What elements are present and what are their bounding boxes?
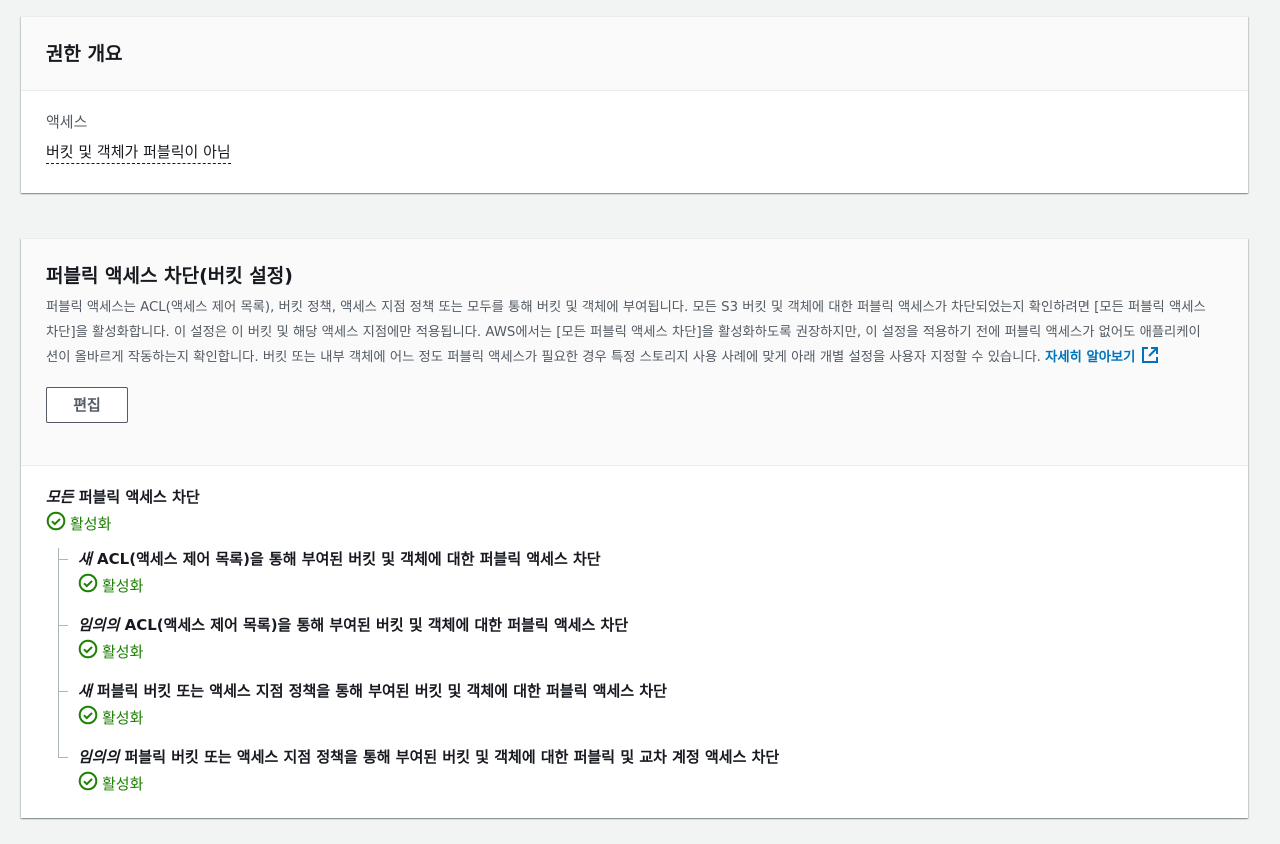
- setting-title-block-all: 모든 퍼블릭 액세스 차단: [46, 488, 200, 506]
- status-enabled: 활성화: [78, 771, 1223, 797]
- permissions-overview-panel: 권한 개요 액세스 버킷 및 객체가 퍼블릭이 아님: [21, 16, 1248, 193]
- access-label: 액세스: [46, 113, 88, 131]
- sub-setting-item: 임의의 퍼블릭 버킷 또는 액세스 지점 정책을 통해 부여된 버킷 및 객체에…: [58, 746, 1223, 797]
- setting-title: 새 ACL(액세스 제어 목록)을 통해 부여된 버킷 및 객체에 대한 퍼블릭…: [78, 550, 601, 568]
- check-circle-icon: [78, 573, 102, 599]
- panel-title: 퍼블릭 액세스 차단(버킷 설정): [46, 265, 293, 287]
- external-link-icon: [1141, 346, 1159, 373]
- sub-setting-item: 새 ACL(액세스 제어 목록)을 통해 부여된 버킷 및 객체에 대한 퍼블릭…: [58, 548, 1223, 599]
- check-circle-icon: [46, 511, 70, 537]
- setting-title: 새 퍼블릭 버킷 또는 액세스 지점 정책을 통해 부여된 버킷 및 객체에 대…: [78, 682, 667, 700]
- setting-title: 임의의 ACL(액세스 제어 목록)을 통해 부여된 버킷 및 객체에 대한 퍼…: [78, 616, 629, 634]
- tree-connector-branch: [58, 559, 68, 560]
- status-enabled: 활성화: [78, 639, 1223, 665]
- status-enabled: 활성화: [46, 511, 1223, 537]
- panel-title: 권한 개요: [46, 43, 123, 65]
- sub-setting-item: 임의의 ACL(액세스 제어 목록)을 통해 부여된 버킷 및 객체에 대한 퍼…: [58, 614, 1223, 665]
- tree-connector-branch: [58, 625, 68, 626]
- learn-more-link[interactable]: 자세히 알아보기: [1045, 347, 1159, 365]
- access-value-popover[interactable]: 버킷 및 객체가 퍼블릭이 아님: [46, 141, 231, 164]
- check-circle-icon: [78, 705, 102, 731]
- panel-description: 퍼블릭 액세스는 ACL(액세스 제어 목록), 버킷 정책, 액세스 지점 정…: [46, 295, 1206, 373]
- sub-setting-item: 새 퍼블릭 버킷 또는 액세스 지점 정책을 통해 부여된 버킷 및 객체에 대…: [58, 680, 1223, 731]
- tree-connector-branch: [58, 757, 68, 758]
- block-public-access-panel: 퍼블릭 액세스 차단(버킷 설정) 퍼블릭 액세스는 ACL(액세스 제어 목록…: [21, 238, 1248, 818]
- setting-title: 임의의 퍼블릭 버킷 또는 액세스 지점 정책을 통해 부여된 버킷 및 객체에…: [78, 748, 780, 766]
- tree-connector-branch: [58, 691, 68, 692]
- check-circle-icon: [78, 771, 102, 797]
- sub-settings-tree: 새 ACL(액세스 제어 목록)을 통해 부여된 버킷 및 객체에 대한 퍼블릭…: [58, 548, 1223, 797]
- status-enabled: 활성화: [78, 705, 1223, 731]
- status-enabled: 활성화: [78, 573, 1223, 599]
- panel-header: 권한 개요: [21, 17, 1248, 91]
- panel-header: 퍼블릭 액세스 차단(버킷 설정) 퍼블릭 액세스는 ACL(액세스 제어 목록…: [21, 239, 1248, 466]
- check-circle-icon: [78, 639, 102, 665]
- edit-button[interactable]: 편집: [46, 387, 128, 423]
